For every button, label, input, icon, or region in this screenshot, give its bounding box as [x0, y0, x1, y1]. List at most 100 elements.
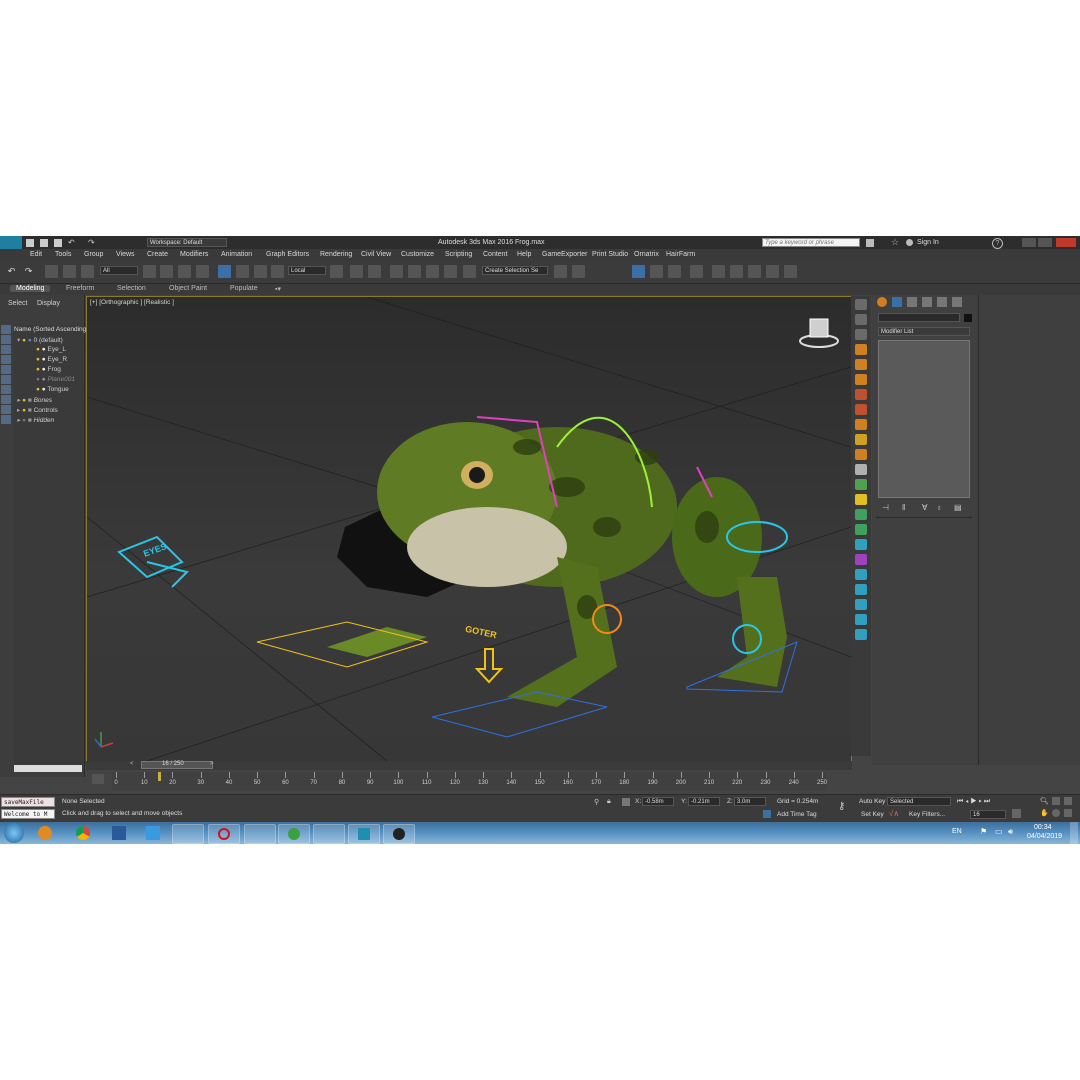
object-color-swatch[interactable] [964, 314, 972, 322]
isolate-selection-icon[interactable]: ⚲ [594, 798, 599, 806]
key-icon[interactable]: ⚷ [838, 801, 845, 812]
rig-control-icon[interactable] [855, 389, 867, 400]
modifier-stack[interactable] [878, 340, 970, 498]
utility-icon[interactable] [855, 299, 867, 310]
select-move-icon[interactable] [218, 265, 231, 278]
set-key-button[interactable]: Set Key [861, 811, 884, 818]
x-coordinate-field[interactable]: -0.58m [642, 797, 674, 806]
configure-modifier-sets-icon[interactable]: ▤ [954, 503, 962, 512]
rig-control-icon[interactable] [855, 344, 867, 355]
clock-time[interactable]: 00:34 [1034, 824, 1052, 831]
show-end-result-icon[interactable]: ‖ [902, 503, 905, 512]
filter-spacewarps-icon[interactable] [1, 375, 11, 384]
filter-lights-icon[interactable] [1, 345, 11, 354]
remove-modifier-icon[interactable]: ♁ [936, 503, 942, 512]
menu-animation[interactable]: Animation [221, 251, 252, 258]
filter-xrefs-icon[interactable] [1, 395, 11, 404]
rig-control-icon[interactable] [855, 359, 867, 370]
tree-item[interactable]: ● ● Frog [36, 366, 61, 373]
tree-item[interactable]: ● ● Eye_L [36, 346, 66, 353]
tab-object-paint[interactable]: Object Paint [169, 285, 207, 292]
selection-filter-dropdown[interactable]: All [100, 266, 138, 275]
show-desktop-button[interactable] [1070, 822, 1078, 844]
utility-icon[interactable] [855, 329, 867, 340]
app-logo-icon[interactable] [0, 236, 22, 249]
filter-cameras-icon[interactable] [1, 355, 11, 364]
rendered-frame-window-icon[interactable] [730, 265, 743, 278]
time-slider[interactable]: < 16 / 250 > [86, 761, 852, 770]
binoculars-icon[interactable] [866, 239, 874, 247]
file-explorer-icon[interactable] [172, 824, 204, 844]
utorrent-icon[interactable] [278, 824, 310, 844]
rig-control-icon[interactable] [855, 599, 867, 610]
filter-helpers-icon[interactable] [1, 365, 11, 374]
filter-containers-icon[interactable] [1, 415, 11, 424]
menu-ornatrix[interactable]: Ornatrix [634, 251, 659, 258]
track-bar[interactable]: 0 10 20 30 40 50 60 70 80 90 100 110 120 130 140 150 160… [112, 772, 827, 790]
tree-item[interactable]: ● ● Eye_R [36, 356, 67, 363]
render-setup-icon[interactable] [712, 265, 725, 278]
rig-control-icon[interactable] [855, 554, 867, 565]
key-filters-button[interactable]: Key Filters... [909, 811, 945, 818]
unlink-icon[interactable] [63, 265, 76, 278]
language-indicator[interactable]: EN [952, 828, 962, 835]
motion-tab-icon[interactable] [922, 297, 932, 307]
tree-item[interactable]: ▸ ● ■ Hidden [17, 416, 54, 424]
create-tab-icon[interactable] [877, 297, 887, 307]
scene-explorer-toggle-icon[interactable] [632, 265, 645, 278]
redo-icon[interactable]: ↷ [88, 238, 95, 247]
start-button-icon[interactable] [4, 823, 24, 843]
maxscript-listener-line-2[interactable]: Welcome to M [1, 809, 55, 819]
filter-shapes-icon[interactable] [1, 335, 11, 344]
menu-content[interactable]: Content [483, 251, 508, 258]
close-button[interactable] [1056, 238, 1076, 247]
rig-control-icon[interactable] [855, 629, 867, 640]
rig-control-icon[interactable] [855, 404, 867, 415]
zoom-icon[interactable]: 🔍︎ [1040, 797, 1049, 805]
menu-gameexporter[interactable]: GameExporter [542, 251, 588, 258]
time-slider-prev-icon[interactable]: < [130, 761, 134, 767]
menu-graph-editors[interactable]: Graph Editors [266, 251, 309, 258]
auto-key-button[interactable]: Auto Key [859, 798, 885, 805]
time-slider-next-icon[interactable]: > [210, 761, 214, 767]
menu-views[interactable]: Views [116, 251, 135, 258]
pin-stack-icon[interactable]: ⊣ [882, 503, 889, 512]
named-selection-set-dropdown[interactable]: Create Selection Se [482, 266, 548, 275]
filter-bones-icon[interactable] [1, 405, 11, 414]
pivot-center-icon[interactable] [330, 265, 343, 278]
save-file-icon[interactable] [54, 239, 62, 247]
rig-control-icon[interactable] [855, 509, 867, 520]
key-mode-dropdown[interactable]: Selected [887, 797, 951, 806]
maxscript-listener-line-1[interactable]: saveMaxFile [1, 797, 55, 807]
link-icon[interactable] [45, 265, 58, 278]
select-by-name-icon[interactable] [160, 265, 173, 278]
menu-tools[interactable]: Tools [55, 251, 71, 258]
tab-modeling[interactable]: Modeling [10, 285, 51, 292]
mirror-icon[interactable] [554, 265, 567, 278]
rig-control-icon[interactable] [855, 539, 867, 550]
rig-control-icon[interactable] [855, 584, 867, 595]
zoom-extents-icon[interactable] [1064, 797, 1072, 805]
chrome-icon[interactable] [76, 826, 90, 840]
object-name-field[interactable] [878, 313, 960, 322]
menu-print-studio[interactable]: Print Studio [592, 251, 628, 258]
tree-item[interactable]: ▾ ● ● 0 (default) [17, 336, 63, 344]
ribbon-options-icon[interactable]: ▪▾ [275, 285, 281, 293]
app-taskbar-icon[interactable] [383, 824, 415, 844]
y-coordinate-field[interactable]: -0.21m [688, 797, 720, 806]
snaps-toggle-icon[interactable] [390, 265, 403, 278]
tab-populate[interactable]: Populate [230, 285, 258, 292]
opera-icon[interactable] [208, 824, 240, 844]
minimize-button[interactable] [1022, 238, 1036, 247]
sign-in-link[interactable]: Sign In [917, 239, 939, 246]
media-player-icon[interactable] [38, 826, 52, 840]
add-time-tag-icon[interactable] [763, 810, 771, 818]
clock-date[interactable]: 04/04/2019 [1027, 833, 1062, 840]
workspace-dropdown[interactable]: Workspace: Default [147, 238, 227, 247]
keyboard-shortcut-override-icon[interactable] [368, 265, 381, 278]
tab-freeform[interactable]: Freeform [66, 285, 94, 292]
maximize-viewport-icon[interactable] [1064, 809, 1072, 817]
select-object-icon[interactable] [143, 265, 156, 278]
rig-control-icon[interactable] [855, 614, 867, 625]
bind-space-warp-icon[interactable] [81, 265, 94, 278]
